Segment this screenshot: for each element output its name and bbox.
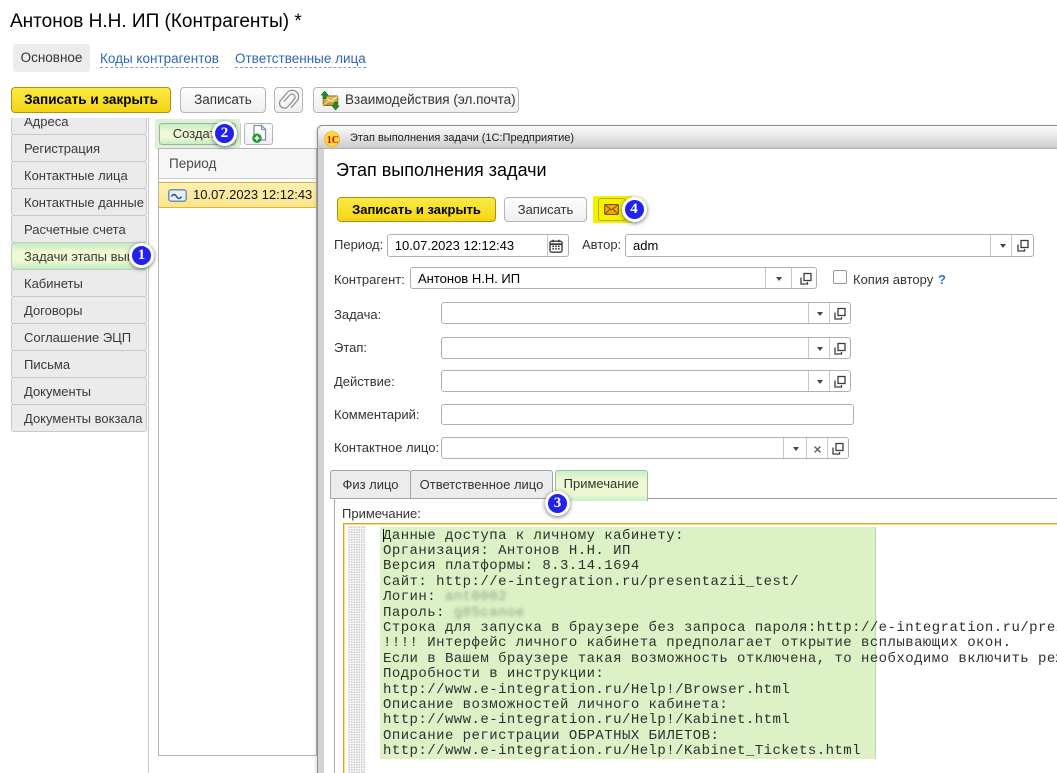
svg-text:1С: 1С	[327, 135, 339, 146]
